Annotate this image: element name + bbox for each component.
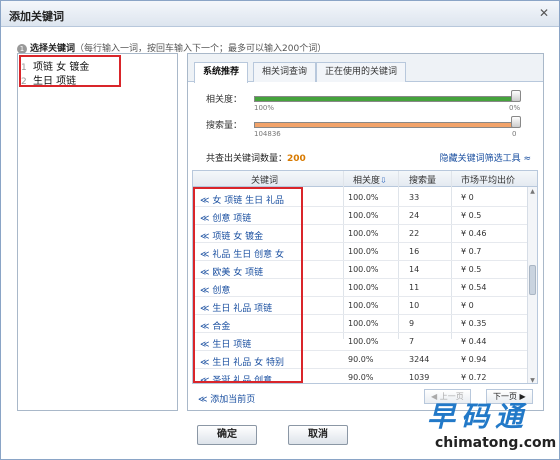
cancel-button[interactable]: 取消 (288, 425, 348, 445)
search-volume-cell: 11 (409, 283, 420, 292)
header-market-price: 市场平均出价 (461, 176, 516, 186)
watermark-logo: 早码通 chimatong.com (419, 395, 559, 457)
add-current-page-label: 添加当前页 (210, 395, 256, 405)
keyword-count: 共查出关键词数量：200 (206, 151, 306, 164)
relevance-cell: 100.0% (348, 283, 379, 292)
search-volume-cell: 22 (409, 229, 420, 238)
header-relevance-label: 相关度 (353, 176, 381, 186)
highlight-frame (193, 187, 303, 383)
price-cell: ¥ 0.35 (461, 319, 487, 328)
step-number: 1 (17, 43, 27, 54)
highlight-frame (19, 55, 121, 87)
search-volume-cell: 10 (409, 301, 420, 310)
add-keyword-dialog: 添加关键词 ✕ 1 选择关键词（每行输入一词，按回车输入下一个；最多可以输入200… (0, 0, 560, 460)
tab-system-recommend[interactable]: 系统推荐 (194, 62, 249, 83)
price-cell: ¥ 0 (461, 301, 474, 310)
search-volume-cell: 3244 (409, 355, 430, 364)
search-volume-slider-track[interactable] (254, 122, 516, 128)
tab-bar: 系统推荐 相关词查询 正在使用的关键词 (188, 54, 543, 83)
add-current-page-link[interactable]: ≪ 添加当前页 (198, 392, 255, 405)
relevance-cell: 100.0% (348, 319, 379, 328)
price-cell: ¥ 0.7 (461, 247, 482, 256)
chevron-left-icon: ≪ (198, 395, 211, 405)
price-cell: ¥ 0.5 (461, 211, 482, 220)
relevance-cell: 100.0% (348, 229, 379, 238)
search-volume-cell: 7 (409, 337, 415, 346)
price-cell: ¥ 0 (461, 193, 474, 202)
relevance-slider-track[interactable] (254, 96, 516, 102)
search-volume-cell: 14 (409, 265, 420, 274)
relevance-max: 0% (509, 104, 521, 112)
scroll-down-icon[interactable]: ▼ (529, 377, 536, 383)
price-cell: ¥ 0.46 (461, 229, 487, 238)
price-cell: ¥ 0.54 (461, 283, 487, 292)
relevance-min: 100% (254, 104, 275, 112)
dialog-titlebar: 添加关键词 ✕ (1, 1, 559, 27)
search-volume-cell: 24 (409, 211, 420, 220)
hide-filter-link[interactable]: 隐藏关键词筛选工具 ≈ (440, 151, 531, 164)
search-volume-slider-handle[interactable] (511, 116, 521, 128)
relevance-cell: 100.0% (348, 247, 379, 256)
watermark-cn: 早码通 (427, 400, 530, 433)
ok-button[interactable]: 确定 (197, 425, 257, 445)
table-scrollbar[interactable]: ▲ ▼ (527, 187, 537, 383)
search-volume-label: 搜索量： (206, 121, 243, 131)
recommendation-panel: 系统推荐 相关词查询 正在使用的关键词 相关度： 100% 0% 搜索量： 10… (187, 53, 544, 411)
search-volume-max: 0 (512, 130, 517, 138)
price-cell: ¥ 0.72 (461, 373, 487, 382)
keyword-table: 关键词 相关度⇩ 搜索量 市场平均出价 ≪ 女 项链 生日 礼品 100.0% 33 ¥… (192, 170, 538, 384)
scrollbar-thumb[interactable] (529, 265, 536, 295)
keyword-input-area[interactable]: 1 项链 女 镀金 2 生日 项链 (17, 53, 178, 411)
table-header: 关键词 相关度⇩ 搜索量 市场平均出价 (193, 171, 537, 187)
price-cell: ¥ 0.44 (461, 337, 487, 346)
close-icon[interactable]: ✕ (537, 6, 551, 20)
count-prefix: 共查出关键词数量： (206, 154, 288, 164)
count-value: 200 (287, 154, 306, 164)
header-relevance[interactable]: 相关度⇩ (353, 173, 387, 186)
search-volume-cell: 33 (409, 193, 420, 202)
relevance-slider-handle[interactable] (511, 90, 521, 102)
header-keyword: 关键词 (251, 176, 279, 186)
search-volume-min: 104836 (254, 130, 281, 138)
relevance-cell: 100.0% (348, 337, 379, 346)
dialog-title: 添加关键词 (9, 10, 64, 23)
header-search-volume: 搜索量 (409, 176, 437, 186)
sort-arrow-icon: ⇩ (380, 176, 387, 185)
relevance-label: 相关度： (206, 95, 243, 105)
search-volume-cell: 1039 (409, 373, 430, 382)
tab-related-query[interactable]: 相关词查询 (253, 62, 317, 82)
scroll-up-icon[interactable]: ▲ (529, 188, 536, 195)
relevance-cell: 100.0% (348, 211, 379, 220)
search-volume-cell: 16 (409, 247, 420, 256)
watermark-en: chimatong.com (435, 435, 557, 451)
relevance-cell: 90.0% (348, 355, 374, 364)
relevance-cell: 100.0% (348, 301, 379, 310)
price-cell: ¥ 0.5 (461, 265, 482, 274)
relevance-cell: 100.0% (348, 265, 379, 274)
relevance-cell: 100.0% (348, 193, 379, 202)
tab-keywords-in-use[interactable]: 正在使用的关键词 (316, 62, 407, 82)
price-cell: ¥ 0.94 (461, 355, 487, 364)
relevance-cell: 90.0% (348, 373, 374, 382)
search-volume-cell: 9 (409, 319, 415, 328)
